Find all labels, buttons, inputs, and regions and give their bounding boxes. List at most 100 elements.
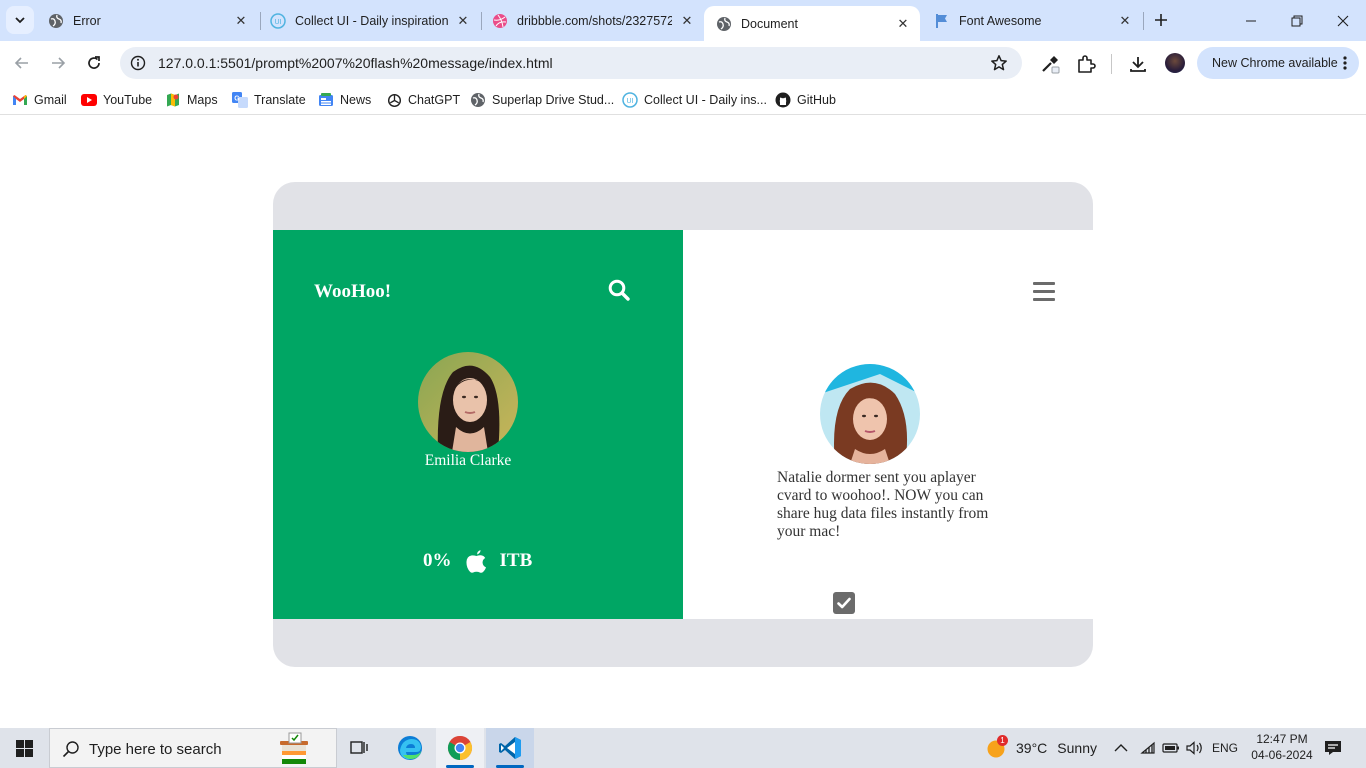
confirm-checkbox[interactable] [833, 592, 855, 614]
bookmark-news[interactable]: News [318, 92, 371, 108]
language-label: ENG [1212, 741, 1239, 755]
bookmark-label: Translate [254, 93, 306, 107]
close-tab-icon[interactable]: ✕ [678, 12, 696, 30]
notification-panel: Natalie dormer sent you aplayer cvard to… [683, 230, 1093, 619]
clock-time: 12:47 PM [1256, 732, 1308, 746]
tab-title: Collect UI - Daily inspiration [295, 13, 448, 28]
task-view-button[interactable] [336, 728, 384, 768]
network-button[interactable] [1140, 728, 1156, 768]
tab-title: dribbble.com/shots/2327572 [517, 13, 672, 28]
reload-button[interactable] [80, 49, 108, 77]
hamburger-line [1033, 290, 1055, 293]
notification-icon [1325, 741, 1341, 755]
notifications-button[interactable] [1324, 728, 1342, 768]
bookmark-github[interactable]: GitHub [775, 92, 836, 108]
update-chrome-button[interactable]: New Chrome available [1197, 47, 1359, 79]
close-icon [1337, 15, 1349, 26]
bookmark-label: ChatGPT [408, 93, 461, 107]
bookmark-label: Gmail [34, 93, 67, 107]
bookmarks-bar: Gmail YouTube Maps G Translate News Chat… [0, 85, 1366, 115]
plus-icon [1155, 14, 1167, 26]
extensions-puzzle-icon[interactable] [1076, 54, 1096, 74]
new-tab-button[interactable] [1150, 9, 1172, 31]
news-icon [318, 92, 334, 108]
address-bar[interactable]: 127.0.0.1:5501/prompt%2007%20flash%20mes… [120, 47, 1022, 79]
brand-title: WooHoo! [314, 281, 392, 302]
bookmark-collect-ui[interactable]: UI Collect UI - Daily ins... [622, 92, 767, 108]
tab-error[interactable]: Error ✕ [36, 0, 258, 41]
maps-icon [165, 92, 181, 108]
update-chrome-label: New Chrome available [1212, 56, 1338, 70]
back-button[interactable] [8, 49, 36, 77]
avatar [418, 352, 518, 452]
chrome-icon [447, 735, 473, 760]
restore-button[interactable] [1274, 0, 1320, 41]
forward-button[interactable] [44, 49, 72, 77]
start-button[interactable] [0, 728, 48, 768]
hamburger-line [1033, 298, 1055, 301]
volume-button[interactable] [1186, 728, 1204, 768]
tab-search-button[interactable] [6, 6, 34, 34]
edge-icon [398, 736, 422, 760]
weather-widget[interactable]: 1 39°C Sunny [986, 728, 1097, 768]
taskbar-search-box[interactable]: Type here to search [49, 728, 337, 768]
edge-app-button[interactable] [386, 728, 434, 768]
more-menu-icon[interactable] [1343, 55, 1347, 71]
hamburger-line [1033, 282, 1055, 285]
bookmark-maps[interactable]: Maps [165, 92, 218, 108]
tab-strip: Error ✕ UI Collect UI - Daily inspiratio… [0, 0, 1366, 41]
search-icon[interactable] [608, 279, 630, 301]
bookmark-gmail[interactable]: Gmail [12, 92, 67, 108]
chrome-app-button[interactable] [436, 728, 484, 768]
tab-dribbble[interactable]: dribbble.com/shots/2327572 ✕ [480, 0, 704, 41]
chevron-up-icon [1114, 744, 1128, 752]
svg-text:G: G [234, 96, 240, 103]
url-text[interactable]: 127.0.0.1:5501/prompt%2007%20flash%20mes… [158, 55, 553, 71]
svg-text:UI: UI [627, 98, 634, 105]
election-illustration-icon [276, 732, 312, 766]
profile-avatar[interactable] [1165, 53, 1185, 73]
chatgpt-icon [386, 92, 402, 108]
bookmark-chatgpt[interactable]: ChatGPT [386, 92, 460, 108]
dribbble-icon [492, 13, 508, 29]
tab-separator [1143, 12, 1144, 30]
battery-icon [1162, 743, 1179, 753]
eyedropper-extension-icon[interactable] [1040, 54, 1060, 74]
site-info-icon[interactable] [130, 55, 146, 71]
bookmark-superlap[interactable]: Superlap Drive Stud... [470, 92, 614, 108]
bookmark-translate[interactable]: G Translate [232, 92, 306, 108]
restore-icon [1291, 15, 1303, 26]
close-tab-icon[interactable]: ✕ [232, 12, 250, 30]
reload-icon [88, 56, 100, 69]
close-tab-icon[interactable]: ✕ [454, 12, 472, 30]
bookmark-youtube[interactable]: YouTube [81, 92, 152, 108]
tab-document[interactable]: Document ✕ [704, 6, 920, 41]
arrow-right-icon [52, 57, 66, 69]
youtube-icon [81, 92, 97, 108]
bookmark-star-icon[interactable] [990, 54, 1008, 72]
download-icon[interactable] [1128, 54, 1148, 74]
close-window-button[interactable] [1320, 0, 1366, 41]
show-hidden-icons-button[interactable] [1114, 728, 1128, 768]
close-tab-icon[interactable]: ✕ [1116, 12, 1134, 30]
globe-icon [716, 16, 732, 32]
hamburger-menu-icon[interactable] [1033, 282, 1055, 302]
bookmark-label: YouTube [103, 93, 153, 107]
vscode-app-button[interactable] [486, 728, 534, 768]
tab-collect-ui[interactable]: UI Collect UI - Daily inspiration ✕ [258, 0, 480, 41]
system-clock[interactable]: 12:47 PM 04-06-2024 [1242, 731, 1322, 763]
language-indicator[interactable]: ENG [1212, 728, 1238, 768]
close-tab-icon[interactable]: ✕ [894, 15, 912, 33]
task-view-icon [350, 741, 368, 754]
tab-font-awesome[interactable]: Font Awesome ✕ [922, 0, 1142, 41]
wifi-icon [1140, 741, 1155, 754]
transfer-stats: 0% ITB [423, 548, 532, 574]
collectui-icon: UI [270, 12, 286, 29]
check-icon [837, 597, 851, 609]
bookmark-label: Superlap Drive Stud... [492, 93, 615, 107]
collectui-icon: UI [622, 92, 638, 108]
person-name: Emilia Clarke [424, 452, 512, 469]
weather-desc: Sunny [1057, 740, 1097, 756]
battery-button[interactable] [1162, 728, 1180, 768]
minimize-button[interactable] [1228, 0, 1274, 41]
